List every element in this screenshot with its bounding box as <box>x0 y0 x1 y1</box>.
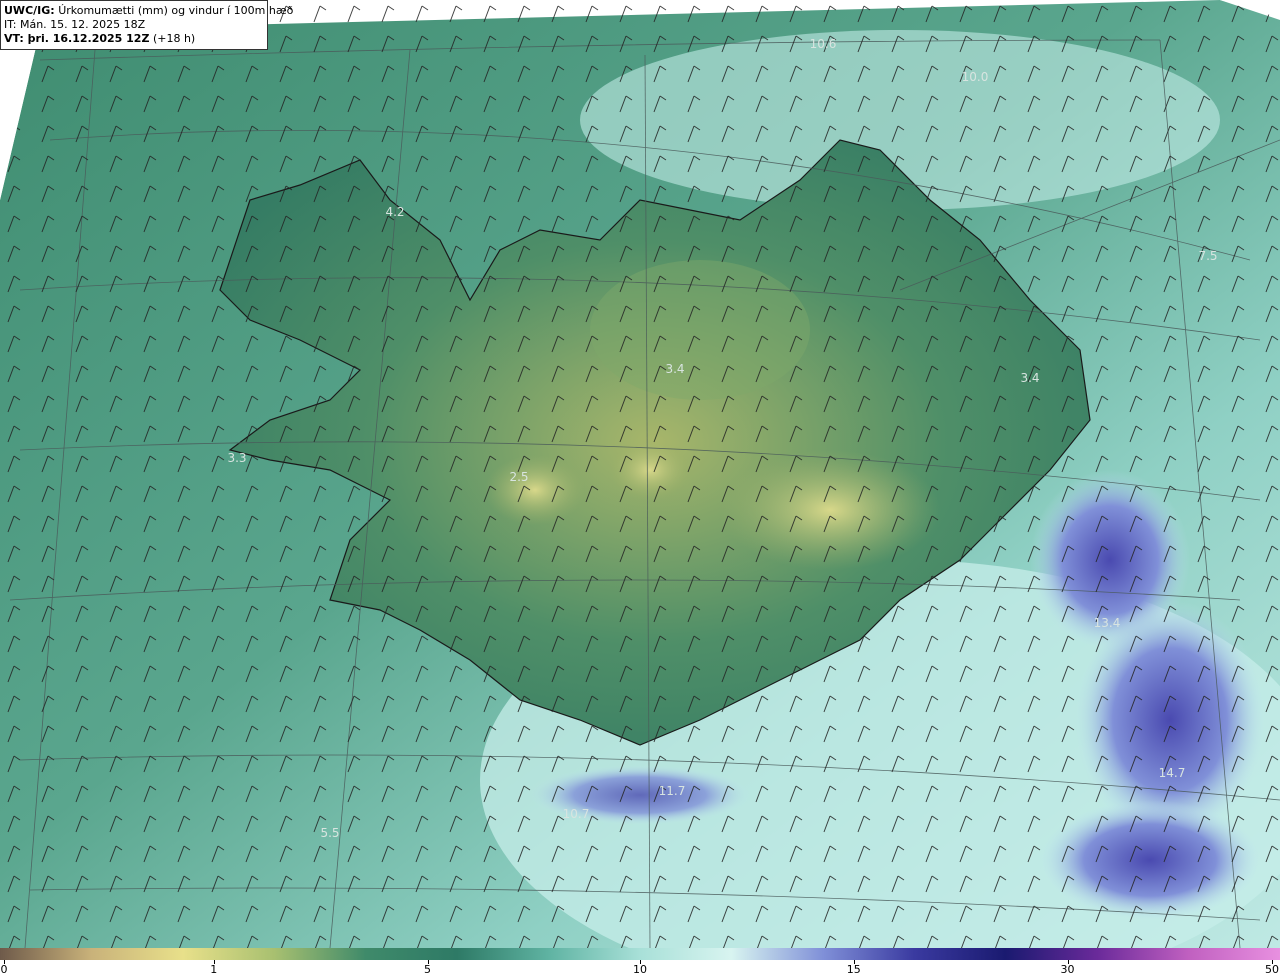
wind-barbs <box>0 0 1280 948</box>
map-value-label: 10.0 <box>961 70 989 84</box>
title-line-2: IT: Mán. 15. 12. 2025 18Z <box>4 18 146 31</box>
title-line-1: UWC/IG: Úrkomumætti (mm) og vindur í 100… <box>4 4 293 18</box>
precip-colorbar: 0 1 5 10 15 30 50 <box>0 948 1280 978</box>
field-description: Úrkomumætti (mm) og vindur í 100m hæð <box>58 4 294 17</box>
map-value-label: 4.2 <box>385 205 405 219</box>
map-value-label: 11.7 <box>658 784 686 798</box>
colorbar-tick-label: 10 <box>633 963 647 976</box>
lead-time: (+18 h) <box>152 32 196 45</box>
colorbar-gradient <box>0 948 1280 960</box>
map-value-label: 5.5 <box>320 826 340 840</box>
valid-time: VT: þri. 16.12.2025 12Z <box>4 32 150 45</box>
map-value-label: 10.7 <box>562 807 590 821</box>
colorbar-tick-label: 0 <box>0 963 8 976</box>
forecast-map: UWC/IG: Úrkomumætti (mm) og vindur í 100… <box>0 0 1280 948</box>
model-id: UWC/IG: <box>4 4 55 17</box>
map-value-label: 2.5 <box>509 470 529 484</box>
map-value-label: 14.7 <box>1158 766 1186 780</box>
map-value-label: 3.3 <box>227 451 247 465</box>
colorbar-tick-label: 1 <box>210 963 218 976</box>
map-value-label: 3.4 <box>1020 371 1040 385</box>
colorbar-tick-label: 50 <box>1265 963 1279 976</box>
map-value-label: 7.5 <box>1198 249 1218 263</box>
map-canvas <box>0 0 1280 948</box>
map-title-box: UWC/IG: Úrkomumætti (mm) og vindur í 100… <box>0 0 293 50</box>
map-value-label: 3.4 <box>665 362 685 376</box>
map-value-label: 10.6 <box>809 37 837 51</box>
map-value-label: 13.4 <box>1093 616 1121 630</box>
colorbar-tick-label: 15 <box>846 963 861 976</box>
colorbar-tick-label: 30 <box>1060 963 1075 976</box>
colorbar-tick-label: 5 <box>424 963 432 976</box>
title-line-3: VT: þri. 16.12.2025 12Z (+18 h) <box>4 32 267 46</box>
